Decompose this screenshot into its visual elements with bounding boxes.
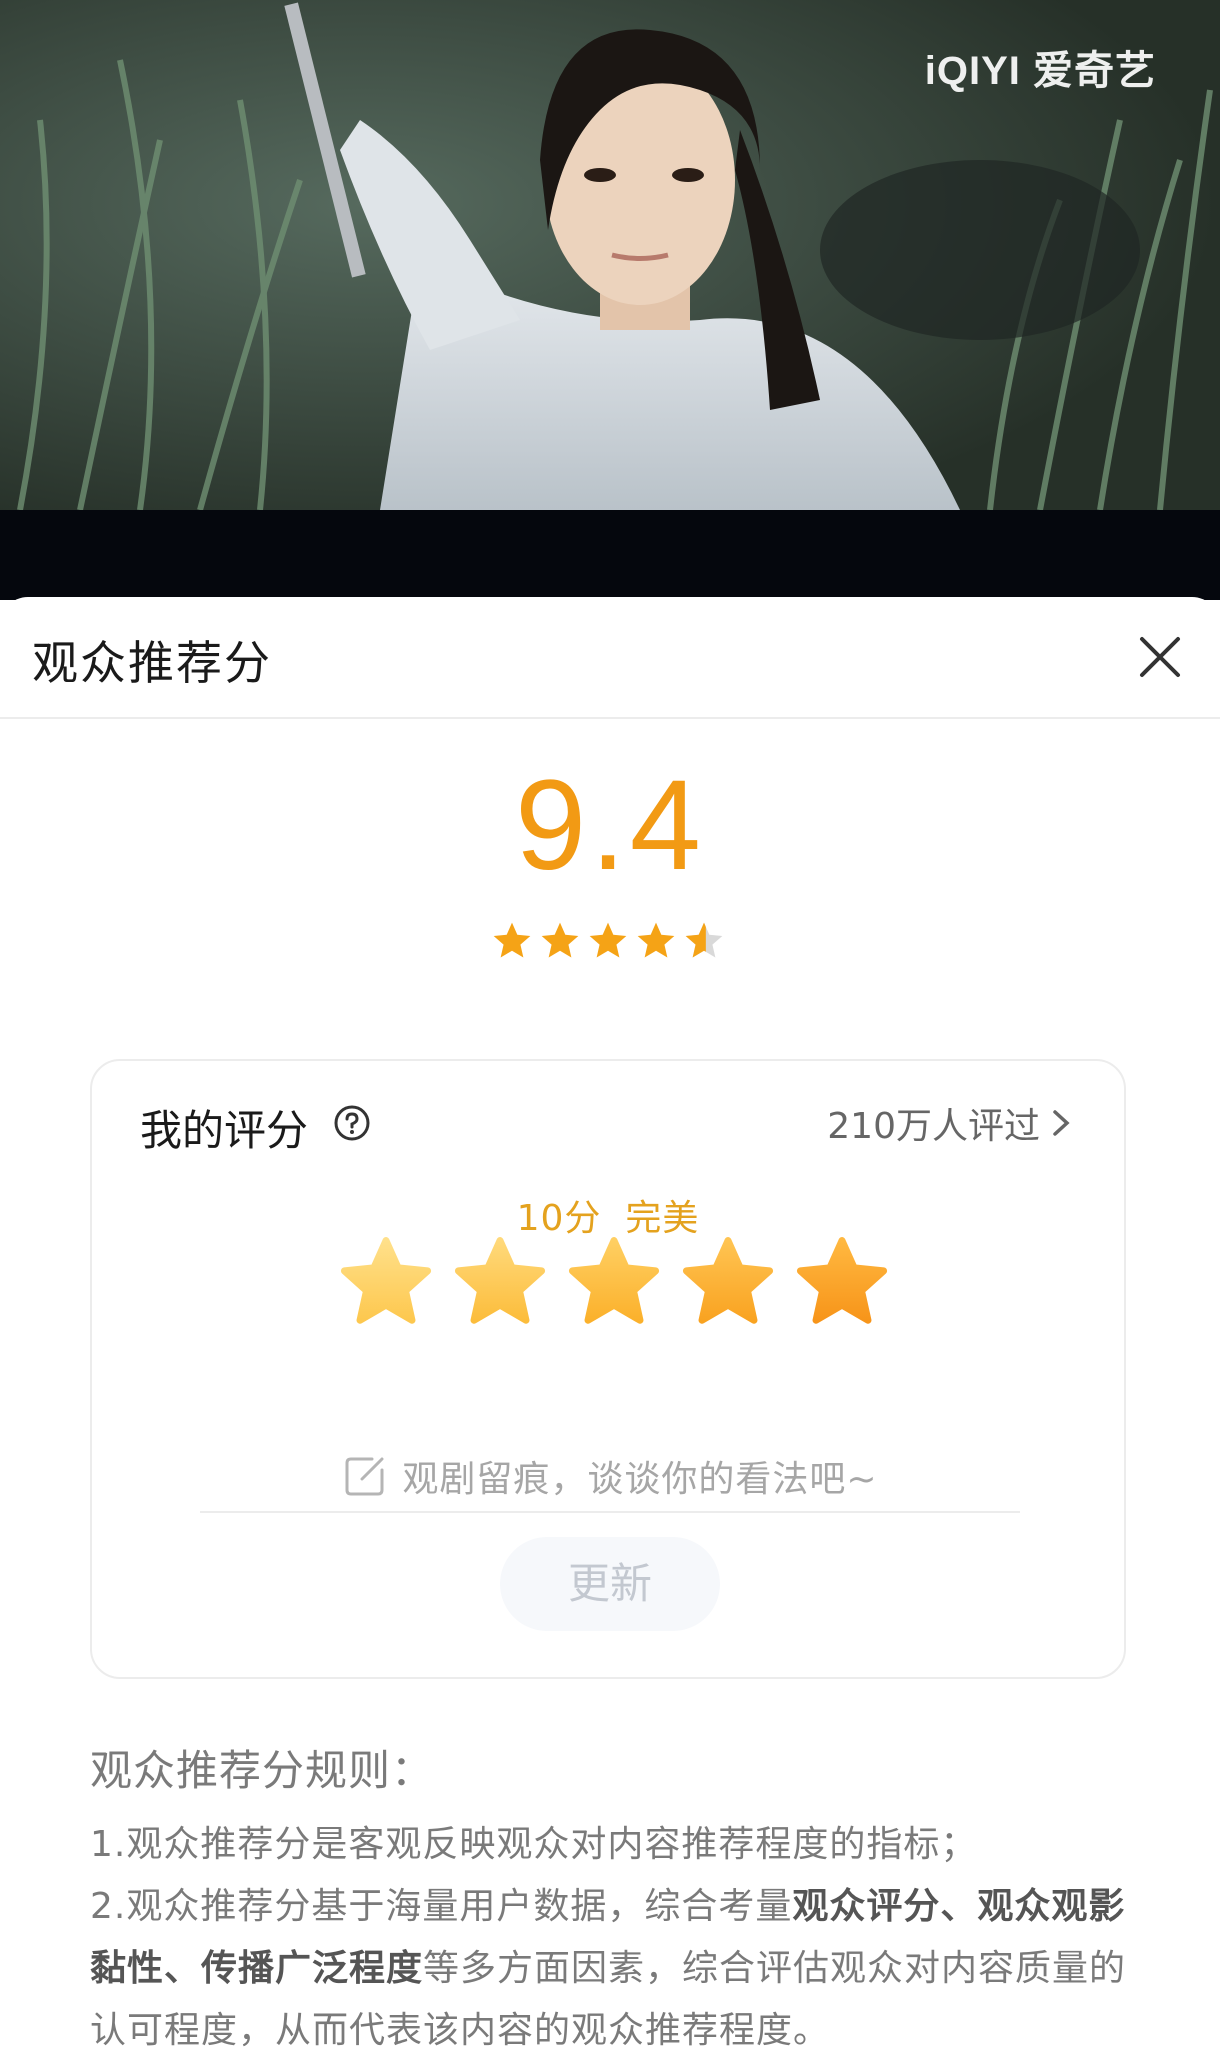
video-player[interactable]: iQIYI 爱奇艺: [0, 0, 1220, 510]
star-icon: [493, 922, 531, 958]
sheet-title: 观众推荐分: [32, 636, 272, 690]
rule-line-2-pre: 2.观众推荐分基于海量用户数据，综合考量: [90, 1886, 793, 1927]
video-bottom-bar: [0, 510, 1220, 600]
rule-line-1: 1.观众推荐分是客观反映观众对内容推荐程度的指标；: [90, 1824, 978, 1865]
comment-input[interactable]: 观剧留痕，谈谈你的看法吧~: [200, 1441, 1020, 1513]
rating-star-input[interactable]: [334, 1231, 894, 1335]
chevron-right-icon: [1053, 1110, 1070, 1136]
my-rating-card: 我的评分 210万人评过 10分 完美 观剧留痕，谈谈你的看法吧~ 更新: [90, 1059, 1126, 1679]
iqiyi-watermark: iQIYI 爱奇艺: [924, 49, 1156, 93]
close-icon[interactable]: [1132, 629, 1188, 685]
recommend-score-sheet: 观众推荐分 9.4 我的评分 210万人评过 10分完美 观剧留痕，谈谈你的看法…: [0, 597, 1220, 2054]
rated-count-link[interactable]: 210万人评过: [827, 1097, 1074, 1149]
star-icon: [637, 922, 675, 958]
audience-score: 9.4: [515, 754, 705, 897]
comment-placeholder: 观剧留痕，谈谈你的看法吧~: [402, 1459, 878, 1500]
my-rating-title: 我的评分: [140, 1106, 309, 1155]
sheet-header: 观众推荐分: [0, 597, 1220, 719]
rules-section: 观众推荐分规则： 1.观众推荐分是客观反映观众对内容推荐程度的指标； 2.观众推…: [90, 1737, 1140, 2062]
rated-count: 210万人评过: [827, 1106, 1040, 1147]
star-2-icon[interactable]: [448, 1231, 552, 1335]
star-3-icon[interactable]: [562, 1231, 666, 1335]
rule-line-2: 2.观众推荐分基于海量用户数据，综合考量观众评分、观众观影黏性、传播广泛程度等多…: [90, 1876, 1140, 2062]
star-icon: [541, 922, 579, 958]
update-button[interactable]: 更新: [500, 1537, 720, 1631]
rules-title: 观众推荐分规则：: [90, 1746, 435, 1795]
star-5-icon[interactable]: [790, 1231, 894, 1335]
score-stars: [490, 919, 730, 963]
help-icon[interactable]: [332, 1103, 372, 1143]
star-icon: [589, 922, 627, 958]
edit-icon: [345, 1457, 384, 1496]
partial-star-icon: [685, 922, 723, 958]
star-4-icon[interactable]: [676, 1231, 780, 1335]
star-1-icon[interactable]: [334, 1231, 438, 1335]
